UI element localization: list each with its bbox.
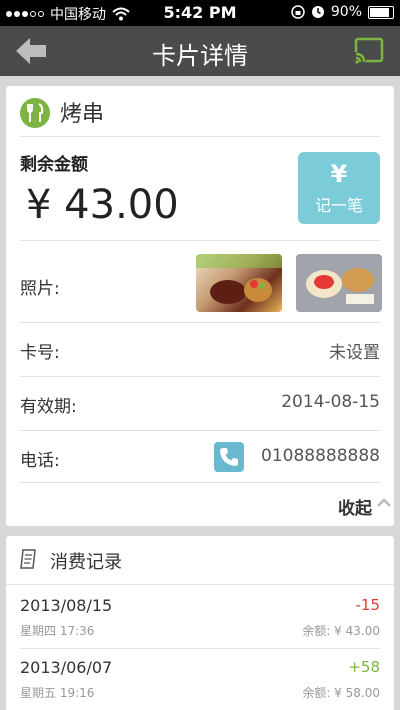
transaction-balance: 余额: ¥ 58.00: [302, 686, 380, 700]
rotation-lock-icon: [291, 5, 305, 19]
phone-label: 电话:: [20, 451, 60, 471]
collapse-button[interactable]: 收起: [338, 494, 391, 519]
transaction-date: 2013/06/07: [20, 658, 113, 677]
photo-thumbnail-1[interactable]: [196, 254, 282, 312]
transaction-balance: 余额: ¥ 43.00: [302, 624, 380, 638]
expiry-value[interactable]: 2014-08-15: [281, 392, 380, 412]
divider: [20, 482, 380, 483]
photos-label: 照片:: [20, 279, 60, 299]
transaction-time: 星期四 17:36: [20, 624, 95, 638]
receipt-icon: [20, 549, 36, 569]
status-right: 90%: [291, 4, 394, 20]
balance-label: 剩余金额: [20, 155, 88, 175]
divider: [20, 648, 380, 649]
card-number-value[interactable]: 未设置: [329, 338, 380, 363]
divider: [20, 430, 380, 431]
divider: [20, 240, 380, 241]
card-detail-panel: 烤串 剩余金额 ¥ 43.00 ¥ 记一笔 照片: 卡号: 未设置 有效期: 2…: [6, 86, 394, 526]
collapse-label: 收起: [338, 499, 372, 519]
phone-value[interactable]: 01088888888: [261, 446, 380, 466]
balance-amount: ¥ 43.00: [26, 182, 179, 228]
record-expense-button[interactable]: ¥ 记一笔: [298, 152, 380, 224]
page-title: 卡片详情: [152, 42, 248, 70]
expiry-label: 有效期:: [20, 397, 77, 417]
chevron-up-icon: [377, 498, 391, 507]
battery-percent: 90%: [330, 4, 362, 20]
transaction-amount: -15: [355, 596, 381, 614]
transaction-history-panel: 消费记录 2013/08/15 星期四 17:36 -15 余额: ¥ 43.0…: [6, 536, 394, 710]
divider: [20, 376, 380, 377]
transaction-amount: +58: [348, 658, 380, 676]
restaurant-icon: [20, 98, 50, 128]
divider: [6, 584, 394, 585]
battery-icon: [368, 5, 394, 19]
history-title: 消费记录: [50, 552, 122, 573]
transaction-time: 星期五 19:16: [20, 686, 95, 700]
navigation-bar: 卡片详情: [0, 26, 400, 76]
merchant-name: 烤串: [60, 102, 105, 127]
yen-icon: ¥: [330, 160, 348, 188]
status-bar: 中国移动 5:42 PM 90%: [0, 0, 400, 26]
cast-button[interactable]: [352, 36, 386, 66]
card-number-label: 卡号:: [20, 343, 60, 363]
transaction-date: 2013/08/15: [20, 596, 113, 615]
divider: [20, 136, 380, 137]
photo-thumbnail-2[interactable]: [296, 254, 382, 312]
cast-icon: [354, 37, 384, 64]
phone-icon[interactable]: [214, 442, 244, 472]
alarm-icon: [311, 6, 324, 18]
divider: [20, 322, 380, 323]
record-button-label: 记一笔: [314, 196, 363, 215]
